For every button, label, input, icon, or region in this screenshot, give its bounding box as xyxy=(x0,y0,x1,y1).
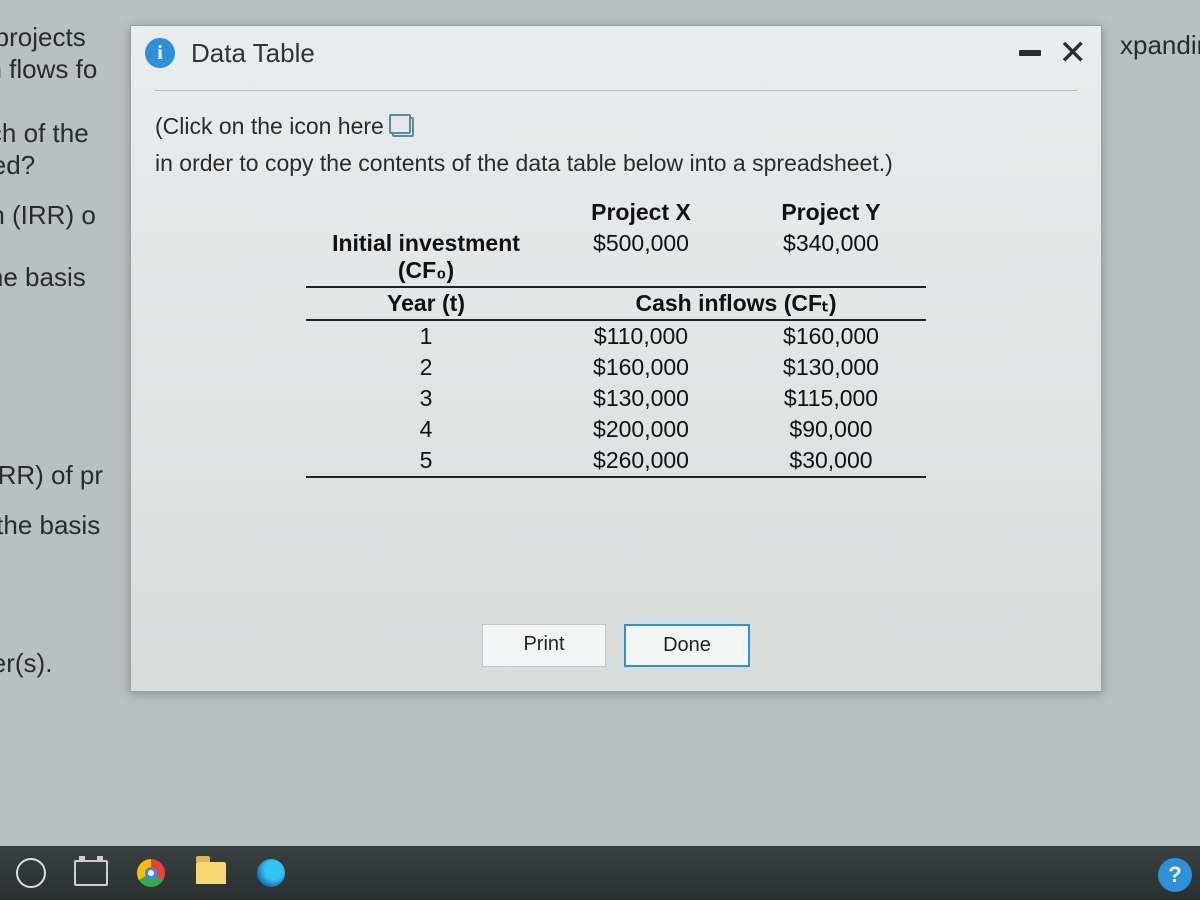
year-cell: 4 xyxy=(306,414,546,445)
minimize-icon[interactable] xyxy=(1019,50,1041,56)
edge-icon[interactable] xyxy=(254,856,288,890)
bg-text: erred? xyxy=(0,150,35,181)
col-header-project-x: Project X xyxy=(546,197,736,228)
initial-investment-y: $340,000 xyxy=(736,228,926,286)
bg-text: swer(s). xyxy=(0,648,52,679)
copy-instruction: (Click on the icon here in order to copy… xyxy=(155,90,1077,179)
bg-text: ash flows fo xyxy=(0,54,97,85)
taskbar xyxy=(0,846,1200,900)
print-button[interactable]: Print xyxy=(482,624,606,667)
dialog-title: Data Table xyxy=(191,38,315,69)
bg-text: n (IRR) of pr xyxy=(0,460,103,491)
table-row: 2 $160,000 $130,000 xyxy=(306,352,926,383)
year-cell: 2 xyxy=(306,352,546,383)
cfx-cell: $260,000 xyxy=(546,445,736,478)
cash-inflows-header: Cash inflows (CFₜ) xyxy=(546,286,926,321)
table-row: 4 $200,000 $90,000 xyxy=(306,414,926,445)
year-header: Year (t) xyxy=(306,286,546,321)
copy-icon[interactable] xyxy=(392,117,414,137)
help-icon[interactable]: ? xyxy=(1158,858,1192,892)
cfy-cell: $130,000 xyxy=(736,352,926,383)
table-row: 1 $110,000 $160,000 xyxy=(306,321,926,352)
data-table: Project X Project Y Initial investment (… xyxy=(306,197,926,478)
cfy-cell: $90,000 xyxy=(736,414,926,445)
close-icon[interactable]: ✕ xyxy=(1059,36,1088,70)
year-cell: 5 xyxy=(306,445,546,478)
cfy-cell: $115,000 xyxy=(736,383,926,414)
cortana-icon[interactable] xyxy=(14,856,48,890)
done-button[interactable]: Done xyxy=(624,624,750,667)
initial-investment-x: $500,000 xyxy=(546,228,736,286)
bg-text: on the basis xyxy=(0,510,100,541)
info-icon: i xyxy=(145,38,175,68)
bg-text: n the basis xyxy=(0,262,86,293)
cfx-cell: $110,000 xyxy=(546,321,736,352)
cfx-cell: $160,000 xyxy=(546,352,736,383)
bg-text: xpanding t xyxy=(1120,30,1200,61)
cfy-cell: $160,000 xyxy=(736,321,926,352)
bg-text: turn (IRR) o xyxy=(0,200,96,231)
instruction-text-pre: (Click on the icon here xyxy=(155,111,384,142)
cfy-cell: $30,000 xyxy=(736,445,926,478)
cfx-cell: $200,000 xyxy=(546,414,736,445)
instruction-text-post: in order to copy the contents of the dat… xyxy=(155,148,893,179)
bg-text: ve projects xyxy=(0,22,86,53)
chrome-icon[interactable] xyxy=(134,856,168,890)
year-cell: 3 xyxy=(306,383,546,414)
cfx-cell: $130,000 xyxy=(546,383,736,414)
data-table-dialog: i Data Table ✕ (Click on the icon here i… xyxy=(130,25,1102,692)
task-view-icon[interactable] xyxy=(74,856,108,890)
table-row: 5 $260,000 $30,000 xyxy=(306,445,926,478)
year-cell: 1 xyxy=(306,321,546,352)
file-explorer-icon[interactable] xyxy=(194,856,228,890)
initial-investment-label: Initial investment (CF₀) xyxy=(306,228,546,286)
col-header-project-y: Project Y xyxy=(736,197,926,228)
table-row: 3 $130,000 $115,000 xyxy=(306,383,926,414)
bg-text: each of the xyxy=(0,118,89,149)
dialog-header: i Data Table ✕ xyxy=(131,26,1101,76)
